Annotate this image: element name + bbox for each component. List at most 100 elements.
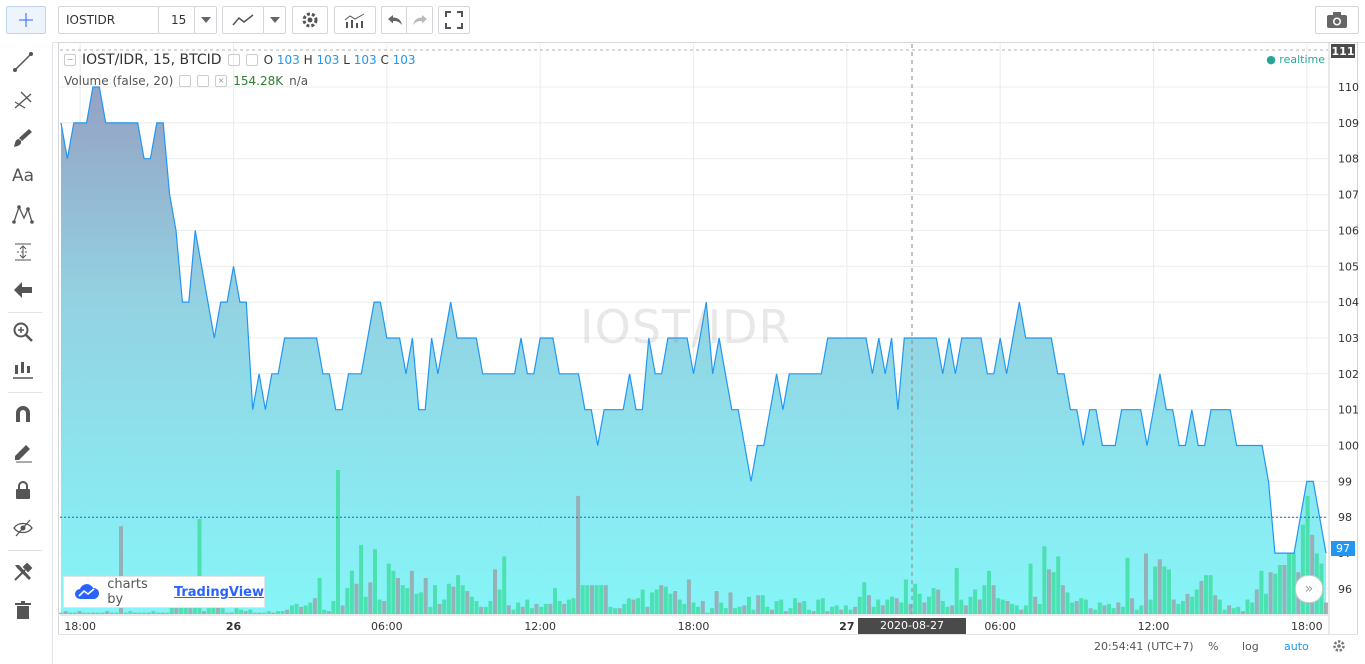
volume-bar [1231, 608, 1236, 614]
y-tick-label: 100 [1338, 440, 1359, 453]
branding-link[interactable]: TradingView [174, 585, 264, 600]
volume-bar [1116, 602, 1121, 614]
volume-bar [853, 606, 858, 614]
volume-bar [105, 611, 110, 614]
volume-bar [317, 578, 322, 614]
volume-bar [1240, 611, 1245, 614]
log-toggle[interactable]: log [1242, 640, 1259, 653]
volume-legend: Volume (false, 20) × 154.28K n/a [64, 74, 308, 88]
volume-bar [243, 611, 248, 614]
volume-remove-icon[interactable]: × [215, 75, 228, 87]
volume-bar [608, 606, 613, 614]
volume-bar [446, 583, 451, 614]
volume-bar [673, 591, 678, 614]
volume-bar [885, 599, 890, 614]
volume-bar [922, 602, 927, 614]
volume-bar [345, 588, 350, 614]
volume-bar [289, 605, 294, 614]
volume-bar [1074, 601, 1079, 614]
volume-bar [1139, 605, 1144, 614]
crosshair-time-label: 2020-08-27 03:45:00 [858, 618, 966, 648]
x-tick-label: 12:00 [524, 620, 556, 633]
tradingview-badge[interactable]: charts by TradingView [63, 576, 265, 608]
auto-toggle[interactable]: auto [1284, 640, 1309, 653]
volume-bar [867, 595, 871, 614]
volume-bar [1065, 592, 1070, 614]
volume-bar [936, 589, 941, 614]
high-label: H [303, 53, 313, 67]
volume-bar [511, 609, 516, 614]
series-settings-icon[interactable] [227, 54, 240, 66]
volume-bar [252, 612, 257, 614]
volume-bar [580, 585, 585, 614]
volume-bar [1208, 575, 1213, 614]
volume-bar [423, 578, 428, 614]
volume-bar [506, 605, 511, 614]
volume-bar [1014, 605, 1019, 614]
volume-bar [1185, 593, 1190, 614]
realtime-indicator: ● realtime [1266, 53, 1325, 66]
volume-bar [1254, 589, 1259, 614]
volume-bar [137, 612, 142, 614]
volume-bar [493, 569, 497, 614]
volume-value: 154.28K [233, 74, 284, 88]
volume-bar [400, 585, 405, 614]
volume-bar [553, 588, 557, 614]
volume-bar [987, 570, 991, 614]
open-value: 103 [276, 53, 300, 67]
volume-bar [405, 588, 410, 614]
volume-bar [1097, 602, 1102, 614]
volume-bar [442, 599, 447, 614]
volume-bar [894, 598, 899, 614]
volume-bar [331, 601, 336, 614]
volume-bar [373, 549, 377, 614]
collapse-legend-button[interactable]: − [64, 54, 76, 66]
volume-bar [1070, 602, 1075, 614]
volume-bar [811, 611, 816, 614]
volume-bar [280, 611, 285, 614]
volume-bar [354, 583, 359, 614]
volume-bar [502, 556, 507, 614]
x-tick-label: 18:00 [678, 620, 710, 633]
volume-bar [1005, 601, 1010, 614]
volume-bar [451, 586, 456, 614]
volume-bar [631, 599, 636, 614]
volume-bar [1282, 565, 1287, 614]
volume-bar [659, 585, 664, 614]
volume-bar [276, 611, 280, 614]
volume-bar [1162, 566, 1167, 614]
high-value: 103 [316, 53, 340, 67]
volume-bar [326, 611, 331, 614]
x-tick-label: 26 [226, 620, 242, 633]
last-price-label: 97 [1336, 542, 1350, 555]
volume-bar [940, 601, 945, 614]
volume-bar [663, 586, 668, 614]
volume-bar [1153, 566, 1158, 614]
volume-bar [1167, 569, 1171, 614]
volume-bar [151, 611, 156, 614]
volume-bar [257, 612, 262, 614]
gear-icon[interactable] [1332, 639, 1346, 653]
percent-toggle[interactable]: % [1208, 640, 1218, 653]
volume-visibility-icon[interactable] [179, 75, 192, 87]
y-tick-label: 104 [1338, 296, 1359, 309]
clock-text: 20:54:41 (UTC+7) [1094, 640, 1194, 653]
x-tick-label: 18:00 [1291, 620, 1323, 633]
series-visibility-icon[interactable] [245, 54, 258, 66]
volume-bar [746, 596, 751, 614]
volume-bar [82, 612, 87, 614]
volume-bar [723, 608, 728, 614]
volume-bar [479, 606, 484, 614]
volume-bar [876, 599, 881, 614]
volume-bar [1180, 601, 1185, 614]
volume-settings-icon[interactable] [197, 75, 210, 87]
volume-bar [710, 608, 714, 614]
volume-bar [146, 612, 151, 614]
volume-bar [414, 593, 419, 614]
volume-bar [368, 582, 373, 614]
volume-bar [1204, 575, 1208, 614]
volume-bar [1079, 598, 1084, 614]
volume-bar [63, 611, 68, 614]
volume-bar [1107, 603, 1111, 614]
scroll-to-realtime-button[interactable]: » [1295, 575, 1323, 603]
